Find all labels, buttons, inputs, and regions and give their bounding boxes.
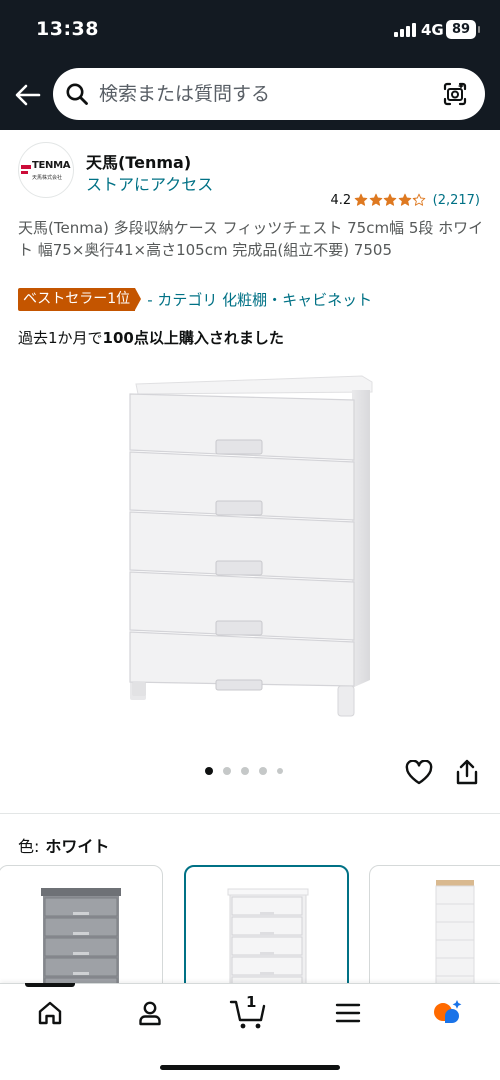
star-icon — [383, 193, 397, 206]
search-bar[interactable]: 検索または質問する — [53, 68, 485, 120]
logo-mark — [21, 171, 28, 174]
rufus-ai-icon — [434, 1000, 462, 1023]
nav-rufus[interactable] — [428, 996, 468, 1030]
image-pager[interactable] — [205, 767, 293, 775]
store-name: 天馬(Tenma) — [86, 153, 192, 172]
visit-store-link[interactable]: ストアにアクセス — [86, 171, 213, 195]
header: 検索または質問する — [0, 60, 500, 130]
rating-value: 4.2 — [330, 192, 352, 208]
color-value: ホワイト — [45, 837, 110, 856]
bestseller-badge[interactable]: ベストセラー1位 — [18, 288, 142, 311]
rating-summary[interactable]: 4.2 (2,217) — [330, 190, 480, 210]
share-icon[interactable] — [455, 758, 479, 786]
nav-account[interactable] — [130, 996, 170, 1030]
pager-dot[interactable] — [277, 768, 283, 774]
star-icon — [369, 193, 382, 206]
home-indicator — [160, 1065, 340, 1070]
star-rating — [354, 193, 427, 207]
signal-icon — [394, 23, 416, 37]
store-logo[interactable]: TENMA 天馬株式会社 — [18, 142, 74, 198]
white-chest-thumbnail — [227, 888, 309, 985]
active-tab-indicator — [25, 983, 75, 987]
bestseller-row: ベストセラー1位 - カテゴリ 化粧棚・キャビネット — [18, 288, 372, 311]
swatch-white-wood[interactable] — [369, 865, 500, 985]
account-icon — [139, 1001, 161, 1026]
gray-chest-thumbnail — [41, 888, 121, 985]
menu-icon — [335, 1003, 361, 1023]
battery-icon: 89 — [446, 20, 480, 39]
swatch-white[interactable] — [184, 865, 349, 985]
color-label: 色: — [18, 837, 40, 856]
search-input[interactable]: 検索または質問する — [99, 82, 270, 106]
color-swatches — [0, 865, 500, 985]
nav-menu[interactable] — [328, 996, 368, 1030]
white-wood-chest-thumbnail — [435, 880, 475, 985]
product-title: 天馬(Tenma) 多段収納ケース フィッツチェスト 75cm幅 5段 ホワイト… — [18, 219, 484, 259]
logo-subtext: 天馬株式会社 — [32, 175, 63, 181]
divider — [0, 813, 500, 814]
product-image[interactable] — [120, 370, 376, 722]
purchase-count: 100点以上購入されました — [102, 329, 284, 347]
review-count-link[interactable]: (2,217) — [433, 193, 480, 208]
pager-dot[interactable] — [241, 767, 249, 775]
pager-dot[interactable] — [223, 767, 231, 775]
star-icon — [398, 193, 411, 206]
logo-mark — [21, 165, 31, 169]
arrow-left-icon — [15, 84, 41, 106]
search-icon — [66, 83, 88, 105]
nav-home[interactable] — [30, 996, 70, 1030]
star-icon — [354, 193, 368, 206]
back-button[interactable] — [12, 80, 44, 110]
status-time: 13:38 — [36, 18, 99, 40]
star-icon — [412, 193, 426, 206]
pager-dot[interactable] — [205, 767, 213, 775]
swatch-gray[interactable] — [0, 865, 163, 985]
camera-lens-icon[interactable] — [441, 80, 469, 108]
home-icon — [38, 1001, 62, 1025]
pager-dot[interactable] — [259, 767, 267, 775]
status-bar: 13:38 4G 89 — [0, 0, 500, 60]
color-selector-label: 色: ホワイト — [18, 833, 109, 857]
purchase-prefix: 過去1か月で — [18, 329, 103, 347]
logo-text: TENMA — [32, 160, 71, 171]
category-link[interactable]: - カテゴリ 化粧棚・キャビネット — [147, 289, 372, 310]
cart-count: 1 — [246, 993, 257, 1011]
purchase-info: 過去1か月で100点以上購入されました — [18, 327, 284, 348]
nav-cart[interactable]: 1 — [228, 993, 268, 1030]
network-type: 4G — [421, 21, 444, 39]
heart-icon[interactable] — [405, 760, 433, 786]
